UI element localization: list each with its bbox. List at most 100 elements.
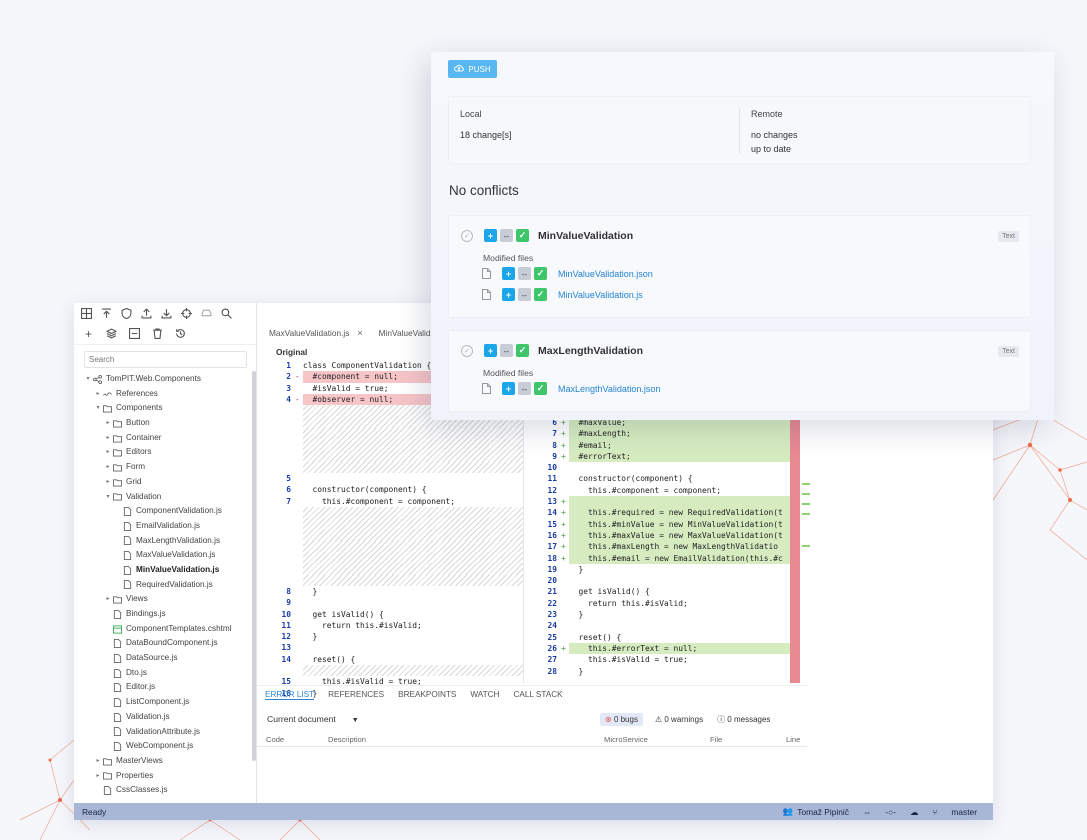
code-line[interactable]: 10 get isValid() { (275, 609, 523, 620)
push-button[interactable]: PUSH (448, 60, 497, 78)
tree-item[interactable]: Bindings.js (74, 607, 256, 622)
messages-filter[interactable]: ⓘ 0 messages (717, 714, 770, 725)
chevron-right-icon[interactable]: ▸ (94, 754, 102, 769)
tree-item[interactable]: ListComponent.js (74, 695, 256, 710)
close-icon[interactable]: × (357, 328, 362, 338)
code-line[interactable]: 22 return this.#isValid; (541, 598, 791, 609)
code-line[interactable] (275, 461, 523, 473)
chevron-right-icon[interactable]: ▸ (94, 769, 102, 784)
code-line[interactable]: 28 } (541, 666, 791, 677)
commit-icon[interactable]: -○- (885, 807, 896, 817)
search-input[interactable] (84, 351, 247, 368)
code-line[interactable]: 12 this.#component = component; (541, 485, 791, 496)
tree-item[interactable]: ComponentTemplates.cshtml (74, 622, 256, 637)
tree-item[interactable]: ▸ Editors (74, 445, 256, 460)
code-line[interactable]: 8 } (275, 586, 523, 597)
branch-icon[interactable]: ⑂ (932, 807, 937, 817)
tree-item[interactable]: ▸ MasterViews (74, 754, 256, 769)
tab-breakpoints[interactable]: BREAKPOINTS (398, 690, 456, 699)
code-line[interactable] (275, 574, 523, 586)
accept-button[interactable]: ✓ (534, 382, 547, 395)
code-line[interactable]: 16 + this.#maxValue = new MaxValueValidat… (541, 529, 791, 542)
chevron-right-icon[interactable]: ▸ (104, 431, 112, 446)
tree-item[interactable]: ▾ Validation (74, 490, 256, 505)
code-line[interactable]: 8 + #email; (541, 439, 791, 451)
sync-icon[interactable]: ⇔ (863, 807, 871, 817)
tree-item[interactable]: Dto.js (74, 666, 256, 681)
col-code[interactable]: Code (266, 735, 284, 744)
code-line[interactable]: 23 } (541, 609, 791, 620)
col-microservice[interactable]: MicroService (604, 735, 648, 744)
code-line[interactable]: 26 + this.#errorText = null; (541, 642, 791, 655)
code-line[interactable]: 14 reset() { (275, 654, 523, 665)
check-circle-icon[interactable]: ✓ (461, 344, 473, 357)
accept-button[interactable]: ✓ (516, 229, 529, 242)
target-icon[interactable] (180, 307, 193, 320)
diff-button[interactable]: ↔ (518, 288, 531, 301)
file-link[interactable]: MaxLengthValidation.json (558, 384, 660, 394)
code-line[interactable]: 7 this.#component = component; (275, 496, 523, 507)
diff-button[interactable]: ↔ (518, 267, 531, 280)
code-line[interactable] (275, 518, 523, 530)
add-icon[interactable]: + (82, 327, 95, 341)
tab-watch[interactable]: WATCH (470, 690, 499, 699)
tab-call-stack[interactable]: CALL STACK (513, 690, 562, 699)
code-line[interactable] (275, 427, 523, 440)
code-line[interactable]: 17 + this.#maxLength = new MaxLengthValid… (541, 541, 791, 553)
diff-button[interactable]: ↔ (500, 229, 513, 242)
tab-error-list[interactable]: ERROR LIST (265, 690, 315, 700)
code-line[interactable]: 25 reset() { (541, 632, 791, 643)
chevron-right-icon[interactable]: ▸ (104, 592, 112, 607)
code-line[interactable]: 14 + this.#required = new RequiredValidat… (541, 507, 791, 519)
chevron-down-icon[interactable]: ▾ (84, 372, 92, 387)
tree-item[interactable]: ▾ TomPIT.Web.Components (74, 372, 256, 387)
code-line[interactable]: 13 + (541, 496, 791, 508)
code-line[interactable]: 27 this.#isValid = true; (541, 654, 791, 665)
add-button[interactable]: + (502, 267, 515, 280)
tree-item[interactable]: ValidationAttribute.js (74, 725, 256, 740)
accept-button[interactable]: ✓ (534, 267, 547, 280)
tree-item[interactable]: ▸ Grid (74, 475, 256, 490)
code-line[interactable]: 19 } (541, 564, 791, 575)
add-button[interactable]: + (484, 344, 497, 357)
col-file[interactable]: File (710, 735, 722, 744)
grid-icon[interactable] (80, 307, 93, 320)
history-icon[interactable] (174, 327, 187, 340)
add-button[interactable]: + (502, 288, 515, 301)
chevron-right-icon[interactable]: ▸ (104, 460, 112, 475)
tab-minvaluevalidation[interactable]: MinValueValida (375, 328, 439, 338)
code-line[interactable]: 18 + this.#email = new EmailValidation(th… (541, 552, 791, 564)
tree-item[interactable]: RequiredValidation.js (74, 578, 256, 593)
search-icon[interactable] (220, 307, 233, 320)
trash-icon[interactable] (151, 327, 164, 340)
code-line[interactable] (275, 665, 523, 677)
tree-item[interactable]: ▸ Views (74, 592, 256, 607)
diff-button[interactable]: ↔ (500, 344, 513, 357)
status-branch[interactable]: master (951, 807, 977, 817)
tab-references[interactable]: REFERENCES (328, 690, 384, 699)
add-button[interactable]: + (484, 229, 497, 242)
tree-item[interactable]: DataSource.js (74, 651, 256, 666)
chevron-down-icon[interactable]: ▾ (104, 490, 112, 505)
chevron-right-icon[interactable]: ▸ (104, 416, 112, 431)
status-user[interactable]: 👥 Tomaž Pipinič (783, 806, 849, 817)
tree-item[interactable]: ▸ Container (74, 431, 256, 446)
file-link[interactable]: MinValueValidation.js (558, 290, 643, 300)
code-line[interactable]: 11 constructor(component) { (541, 473, 791, 484)
col-description[interactable]: Description (328, 735, 366, 744)
code-line[interactable]: 24 (541, 620, 791, 631)
tree-item[interactable]: ▸ Form (74, 460, 256, 475)
tree-item[interactable]: EmailValidation.js (74, 519, 256, 534)
deploy-icon[interactable] (100, 307, 113, 320)
code-line[interactable] (275, 506, 523, 519)
tree-item[interactable]: WebComponent.js (74, 739, 256, 754)
tree-item[interactable]: MaxValueValidation.js (74, 548, 256, 563)
cloud-sync-icon[interactable]: ☁ (910, 807, 918, 817)
chevron-down-icon[interactable]: ▾ (94, 401, 102, 416)
code-line[interactable]: 15 + this.#minValue = new MinValueValidat… (541, 518, 791, 530)
accept-button[interactable]: ✓ (516, 344, 529, 357)
upload-icon[interactable] (140, 307, 153, 320)
car-icon[interactable] (200, 307, 213, 320)
chevron-right-icon[interactable]: ▸ (94, 387, 102, 402)
code-line[interactable]: 11 return this.#isValid; (275, 620, 523, 631)
